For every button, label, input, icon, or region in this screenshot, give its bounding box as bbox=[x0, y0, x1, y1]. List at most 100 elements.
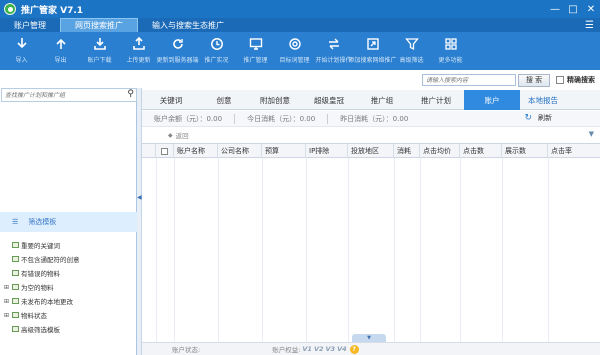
col-clicks[interactable]: 点击数 bbox=[460, 144, 502, 158]
search-icon[interactable]: ⚲ bbox=[127, 89, 134, 99]
upload-icon bbox=[53, 37, 69, 51]
window-title: 推广管家 V7.1 bbox=[21, 5, 84, 16]
col-impressions[interactable]: 展示数 bbox=[502, 144, 548, 158]
window-controls: — □ ✕ bbox=[546, 0, 600, 18]
grid-icon bbox=[443, 37, 459, 51]
tree-item-empty[interactable]: ⊞ 为空的物料 bbox=[0, 280, 137, 294]
global-search-input[interactable] bbox=[422, 74, 516, 86]
main-nav: 账户管理 网页搜索推广 输入与搜索生态推广 ☰ bbox=[0, 18, 600, 32]
level-v3-icon: V3 bbox=[325, 345, 336, 353]
collapse-left-icon[interactable]: ◀ bbox=[137, 194, 142, 201]
col-cost[interactable]: 消耗 bbox=[394, 144, 420, 158]
nav-tab-account[interactable]: 账户管理 bbox=[0, 18, 60, 32]
col-account-name[interactable]: 账户名称 bbox=[174, 144, 218, 158]
yesterday-spend-text: 昨日消耗（元）：0.00 bbox=[340, 114, 409, 123]
refresh-icon: ↻ bbox=[524, 113, 532, 123]
tab-ad-group[interactable]: 推广组 bbox=[356, 90, 408, 110]
folder-icon bbox=[12, 256, 19, 262]
folder-icon bbox=[12, 242, 19, 248]
add-search-network-button[interactable]: 添加搜索网络推广 bbox=[349, 32, 397, 70]
folder-icon bbox=[12, 326, 19, 332]
back-icon: ◆ bbox=[168, 131, 173, 139]
col-spacer bbox=[142, 144, 156, 158]
tree-item-no-wildcard[interactable]: 不包含通配符的创意 bbox=[0, 252, 137, 266]
maximize-button[interactable]: □ bbox=[564, 0, 582, 18]
upload-tray-icon bbox=[131, 37, 147, 51]
tab-super-crown[interactable]: 超级皇冠 bbox=[302, 90, 356, 110]
dropdown-icon[interactable]: ▼ bbox=[589, 130, 594, 138]
tab-campaign[interactable]: 推广计划 bbox=[408, 90, 464, 110]
search-button[interactable]: 搜 索 bbox=[518, 73, 550, 87]
exact-search-label: 精确搜索 bbox=[567, 76, 595, 84]
folder-icon bbox=[12, 312, 19, 318]
refresh-button[interactable]: ↻ 刷新 bbox=[524, 113, 552, 123]
table-header: 账户名称 公司名称 预算 IP排除 投放地区 消耗 点击均价 点击数 展示数 点… bbox=[142, 144, 600, 158]
swap-icon bbox=[326, 37, 342, 51]
tab-creative[interactable]: 创意 bbox=[200, 90, 248, 110]
plan-search-input[interactable] bbox=[2, 89, 120, 101]
refresh-icon bbox=[170, 37, 186, 51]
collapse-bottom-button[interactable]: ▼ bbox=[352, 334, 386, 342]
target-word-button[interactable]: 目标词管理 bbox=[275, 32, 314, 70]
expand-icon[interactable]: ⊞ bbox=[4, 284, 10, 291]
tree-item-important-keywords[interactable]: 重要的关键词 bbox=[0, 238, 137, 252]
expand-icon[interactable]: ⊞ bbox=[4, 298, 10, 305]
account-table: 账户名称 公司名称 预算 IP排除 投放地区 消耗 点击均价 点击数 展示数 点… bbox=[142, 143, 600, 345]
content-tabs: 关键词 创意 附加创意 超级皇冠 推广组 推广计划 账户 本地报告 bbox=[142, 90, 600, 110]
tree-item-errors[interactable]: 有错误的物料 bbox=[0, 266, 137, 280]
upload-update-button[interactable]: 上传更新 bbox=[119, 32, 158, 70]
level-v2-icon: V2 bbox=[313, 345, 324, 353]
clock-icon bbox=[209, 37, 225, 51]
nav-tab-search-promo[interactable]: 网页搜索推广 bbox=[60, 18, 138, 32]
col-region[interactable]: 投放地区 bbox=[348, 144, 394, 158]
select-all-checkbox[interactable] bbox=[156, 144, 174, 158]
tab-extra-creative[interactable]: 附加创意 bbox=[248, 90, 302, 110]
col-budget[interactable]: 预算 bbox=[262, 144, 306, 158]
promo-live-button[interactable]: 推广实况 bbox=[197, 32, 236, 70]
more-features-button[interactable]: 更多功能 bbox=[431, 32, 470, 70]
advanced-filter-button[interactable]: 高级筛选 bbox=[392, 32, 431, 70]
level-v4-icon: V4 bbox=[337, 345, 347, 353]
filter-template-header[interactable]: ☰ 筛选模板 bbox=[0, 212, 137, 232]
app-logo-icon bbox=[4, 3, 16, 15]
expand-icon bbox=[365, 37, 381, 51]
exact-search-checkbox[interactable] bbox=[556, 76, 564, 84]
menu-icon[interactable]: ☰ bbox=[585, 20, 594, 31]
folder-icon bbox=[12, 298, 19, 304]
col-ip-exclude[interactable]: IP排除 bbox=[306, 144, 348, 158]
title-bar: 推广管家 V7.1 — □ ✕ bbox=[0, 0, 600, 18]
level-v1-icon: V1 bbox=[302, 345, 312, 353]
tab-local-report[interactable]: 本地报告 bbox=[520, 90, 566, 110]
tab-account[interactable]: 账户 bbox=[464, 90, 520, 110]
col-company-name[interactable]: 公司名称 bbox=[218, 144, 262, 158]
account-download-button[interactable]: 账户下载 bbox=[80, 32, 119, 70]
server-update-button[interactable]: 更新到服务器端 bbox=[157, 32, 199, 70]
plan-search-box: ⚲ bbox=[1, 88, 137, 102]
monitor-icon bbox=[248, 37, 264, 51]
today-spend-text: 今日消耗（元）：0.00 bbox=[247, 114, 316, 123]
expand-icon[interactable]: ⊞ bbox=[4, 312, 10, 319]
tab-keywords[interactable]: 关键词 bbox=[142, 90, 200, 110]
table-body bbox=[142, 158, 600, 344]
folder-icon bbox=[12, 270, 19, 276]
account-summary: 账户余额（元）：0.00 今日消耗（元）：0.00 昨日消耗（元）：0.00 ↻… bbox=[142, 111, 600, 127]
export-button[interactable]: 导出 bbox=[41, 32, 80, 70]
nav-tab-input-ecosystem[interactable]: 输入与搜索生态推广 bbox=[138, 18, 238, 32]
close-button[interactable]: ✕ bbox=[582, 0, 600, 18]
filter-template-title: 筛选模板 bbox=[28, 218, 57, 226]
balance-text: 账户余额（元）：0.00 bbox=[154, 114, 223, 123]
plan-operation-button[interactable]: 开始计划操作 bbox=[314, 32, 353, 70]
tree-item-advanced[interactable]: 高级筛选模板 bbox=[0, 322, 137, 336]
help-icon[interactable]: ? bbox=[349, 344, 359, 354]
back-link[interactable]: 返回 bbox=[176, 130, 189, 140]
list-icon: ☰ bbox=[12, 218, 19, 226]
promo-manage-button[interactable]: 推广管理 bbox=[236, 32, 275, 70]
back-row: ◆ 返回 ▼ bbox=[142, 128, 600, 142]
col-avg-cpc[interactable]: 点击均价 bbox=[420, 144, 460, 158]
minimize-button[interactable]: — bbox=[546, 0, 564, 18]
tree-item-status[interactable]: ⊞ 物料状态 bbox=[0, 308, 137, 322]
tree-item-unpublished[interactable]: ⊞ 未发布的本地更改 bbox=[0, 294, 137, 308]
download-icon bbox=[14, 37, 30, 51]
col-ctr[interactable]: 点击率 bbox=[548, 144, 600, 158]
import-button[interactable]: 导入 bbox=[2, 32, 41, 70]
